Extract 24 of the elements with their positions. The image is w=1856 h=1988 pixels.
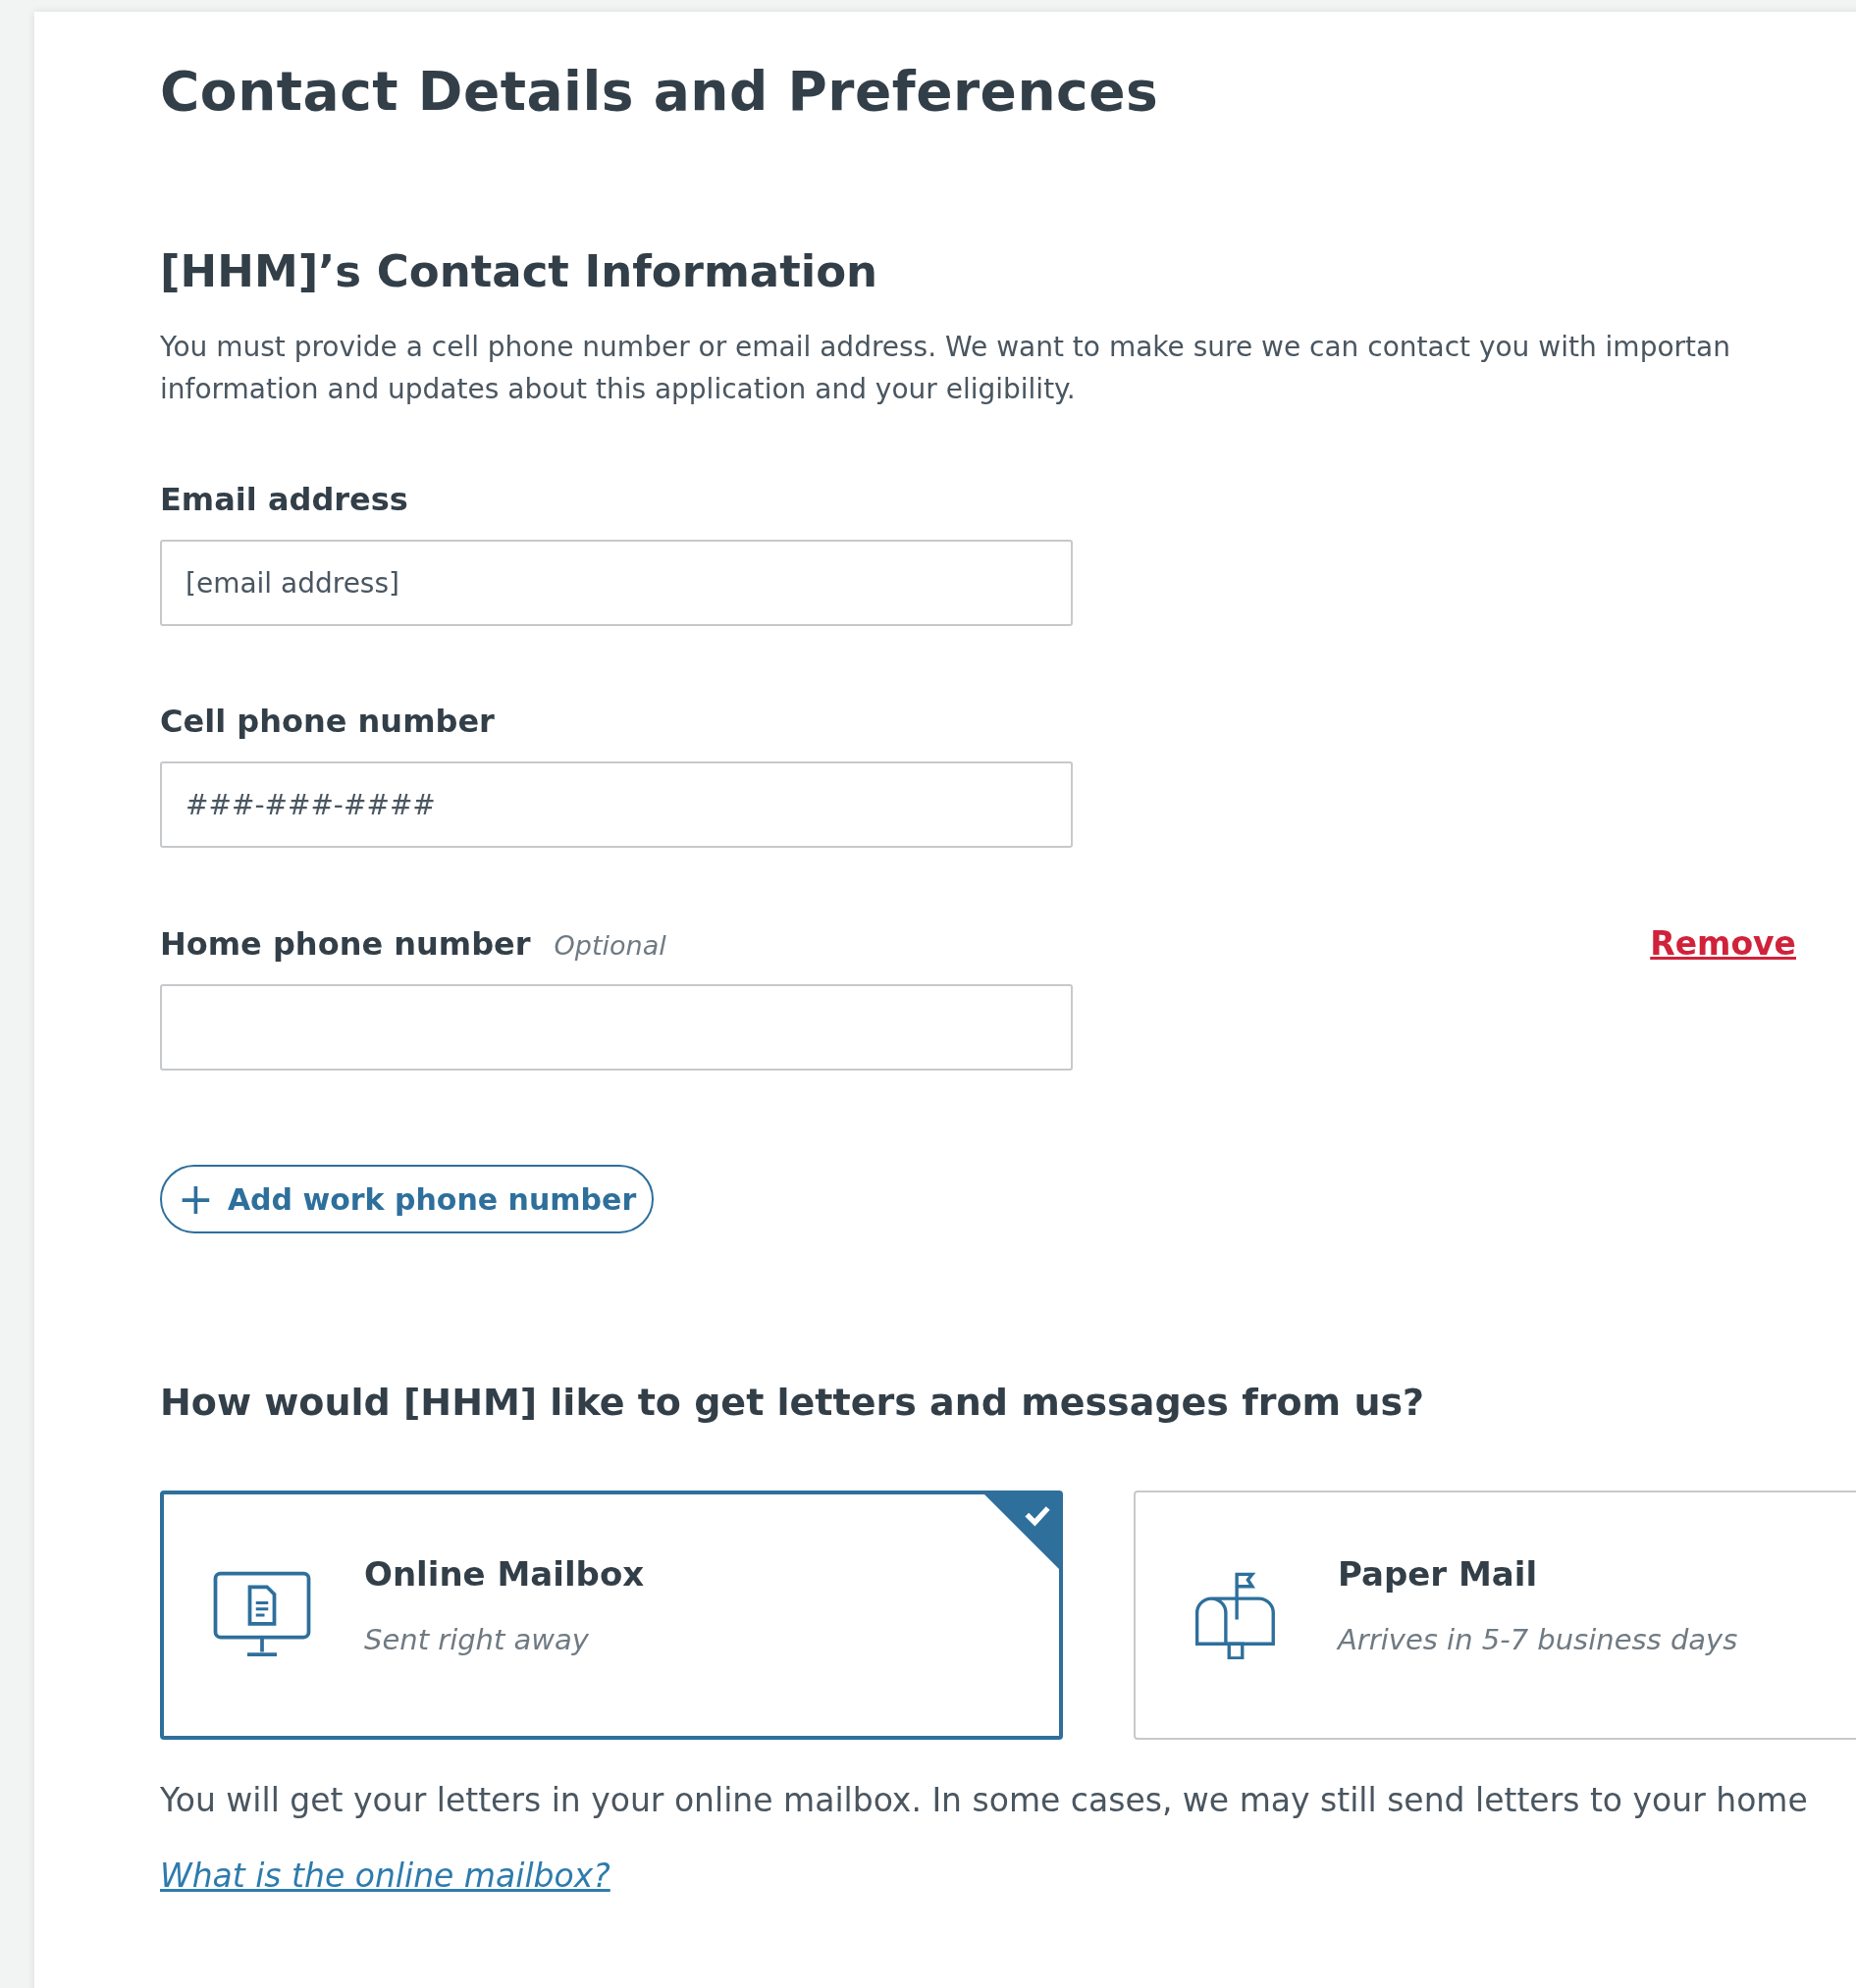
add-work-phone-button[interactable]: + Add work phone number — [160, 1165, 655, 1233]
check-corner-icon — [982, 1492, 1061, 1571]
field-label: Home phone number — [160, 925, 531, 963]
input-field[interactable] — [160, 984, 1073, 1071]
delivery-note: You will get your letters in your online mailbox. In some cases, we may still send letters to your home — [160, 1781, 1809, 1819]
option-subtitle: Sent right away — [364, 1623, 590, 1656]
section-heading: [HHM]’s Contact Information — [160, 245, 879, 298]
input-field[interactable]: ###-###-#### — [160, 761, 1073, 848]
field-label: Email address — [160, 481, 408, 518]
plus-icon: + — [178, 1177, 214, 1221]
option-title: Paper Mail — [1338, 1554, 1539, 1594]
delivery-option-card[interactable]: Online Mailbox Sent right away — [160, 1491, 1063, 1740]
online-mailbox-link[interactable]: What is the online mailbox? — [160, 1857, 610, 1895]
intro-text: You must provide a cell phone number or email address. We want to make sure we can contact you with importan information and updates about this application and your eligibility. — [160, 330, 1731, 407]
input-field[interactable]: [email address] — [160, 540, 1073, 626]
option-subtitle: Arrives in 5-7 business days — [1338, 1623, 1738, 1656]
delivery-option-card[interactable]: Paper Mail Arrives in 5-7 business days — [1134, 1491, 1856, 1740]
question-heading: How would [HHM] like to get letters and messages from us? — [160, 1381, 1426, 1424]
remove-link[interactable]: Remove — [1650, 924, 1796, 963]
page-title: Contact Details and Preferences — [160, 59, 1160, 124]
optional-hint: Optional — [554, 930, 666, 961]
field-label: Cell phone number — [160, 703, 495, 740]
monitor-document-icon — [213, 1571, 311, 1659]
option-title: Online Mailbox — [364, 1554, 645, 1594]
